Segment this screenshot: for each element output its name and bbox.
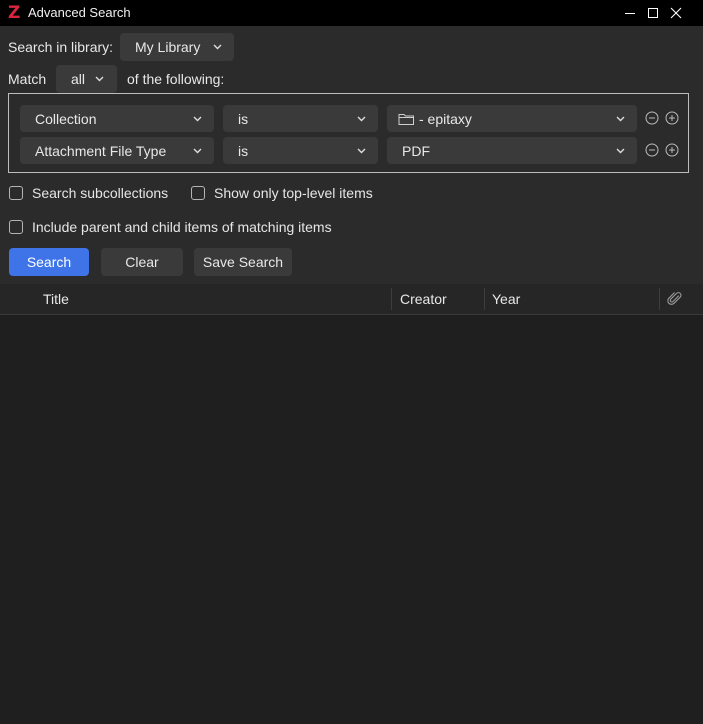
condition-value: - epitaxy — [419, 110, 472, 127]
match-label: Match — [8, 71, 47, 87]
remove-condition-icon[interactable] — [645, 111, 659, 125]
library-select[interactable]: My Library — [120, 33, 234, 61]
condition-2-value-select[interactable]: PDF — [387, 137, 637, 164]
condition-field-value: Collection — [35, 110, 97, 127]
clear-button[interactable]: Clear — [101, 248, 183, 276]
search-subcollections-checkbox[interactable] — [9, 186, 23, 200]
column-header-attachments[interactable] — [667, 291, 683, 307]
chevron-down-icon — [616, 148, 625, 153]
chevron-down-icon — [357, 148, 366, 153]
match-suffix-label: of the following: — [127, 71, 225, 87]
column-divider[interactable] — [659, 288, 660, 310]
condition-1-field-select[interactable]: Collection — [20, 105, 214, 132]
close-icon — [670, 7, 682, 19]
close-button[interactable] — [653, 0, 699, 26]
title-bar: Z Advanced Search — [0, 0, 703, 26]
save-search-button[interactable]: Save Search — [194, 248, 292, 276]
condition-operator-value: is — [238, 142, 249, 159]
top-level-items-option[interactable]: Show only top-level items — [191, 185, 373, 201]
chevron-down-icon — [616, 116, 625, 121]
column-divider[interactable] — [391, 288, 392, 310]
search-in-label: Search in library: — [8, 39, 114, 55]
folder-icon — [398, 113, 414, 125]
results-list[interactable] — [0, 315, 703, 724]
chevron-down-icon — [357, 116, 366, 121]
match-select-value: all — [71, 71, 86, 87]
condition-2-field-select[interactable]: Attachment File Type — [20, 137, 214, 164]
condition-value: PDF — [402, 142, 430, 159]
zotero-logo-icon: Z — [8, 3, 21, 23]
column-header-year[interactable]: Year — [492, 284, 520, 314]
condition-operator-value: is — [238, 110, 249, 127]
top-level-items-label: Show only top-level items — [214, 185, 373, 201]
column-divider[interactable] — [484, 288, 485, 310]
condition-2-operator-select[interactable]: is — [223, 137, 378, 164]
results-table-header: Title Creator Year — [0, 284, 703, 315]
top-level-items-checkbox[interactable] — [191, 186, 205, 200]
search-button[interactable]: Search — [9, 248, 89, 276]
chevron-down-icon — [193, 148, 202, 153]
add-condition-icon[interactable] — [665, 143, 679, 157]
add-condition-icon[interactable] — [665, 111, 679, 125]
condition-field-value: Attachment File Type — [35, 142, 167, 159]
condition-1-value-select[interactable]: - epitaxy — [387, 105, 637, 132]
chevron-down-icon — [193, 116, 202, 121]
condition-1-operator-select[interactable]: is — [223, 105, 378, 132]
parent-child-items-option[interactable]: Include parent and child items of matchi… — [9, 219, 332, 235]
search-subcollections-option[interactable]: Search subcollections — [9, 185, 168, 201]
column-header-creator[interactable]: Creator — [400, 284, 447, 314]
library-select-value: My Library — [135, 39, 201, 55]
search-subcollections-label: Search subcollections — [32, 185, 169, 201]
match-select[interactable]: all — [56, 65, 117, 93]
remove-condition-icon[interactable] — [645, 143, 659, 157]
window-title: Advanced Search — [28, 5, 131, 20]
search-panel: Search in library: My Library Match all … — [0, 26, 703, 284]
chevron-down-icon — [213, 44, 222, 50]
column-header-title[interactable]: Title — [43, 284, 69, 314]
paperclip-icon — [667, 292, 682, 305]
chevron-down-icon — [95, 76, 104, 82]
parent-child-items-label: Include parent and child items of matchi… — [32, 219, 332, 235]
parent-child-items-checkbox[interactable] — [9, 220, 23, 234]
